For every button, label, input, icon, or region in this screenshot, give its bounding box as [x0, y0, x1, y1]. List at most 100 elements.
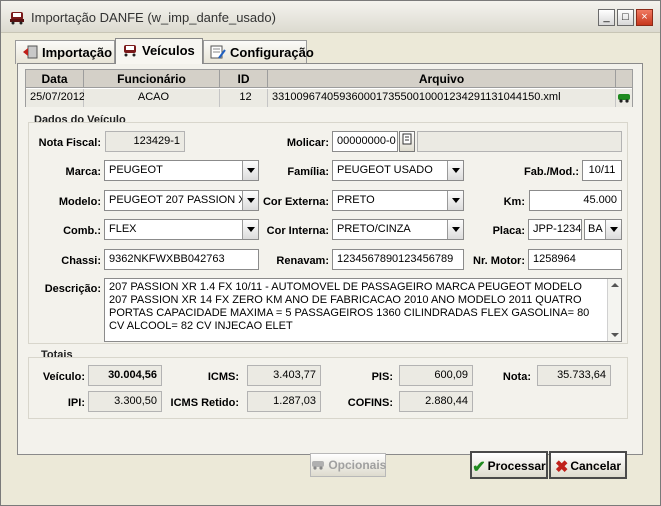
close-button[interactable]: ×	[636, 9, 653, 26]
chevron-down-icon[interactable]	[447, 191, 463, 210]
opcionais-button[interactable]: Opcionais	[310, 453, 386, 477]
grid-header-data[interactable]: Data	[26, 70, 84, 88]
descricao-scrollbar[interactable]	[607, 279, 621, 341]
cofins-field: 2.880,44	[399, 391, 473, 412]
maximize-button[interactable]: □	[617, 9, 634, 26]
descricao-text: 207 PASSION XR 1.4 FX 10/11 - AUTOMOVEL …	[109, 281, 590, 332]
cor-interna-label: Cor Interna:	[266, 225, 329, 237]
nr-motor-label: Nr. Motor:	[473, 255, 525, 267]
grid-cell-arquivo: 3310096740593600017355001000123429113104…	[268, 89, 616, 107]
renavam-label: Renavam:	[276, 255, 329, 267]
km-label: Km:	[503, 196, 525, 208]
grid-cell-data: 25/07/2012	[26, 89, 85, 107]
tab-configuracao[interactable]: Configuração	[203, 40, 314, 64]
chevron-down-icon[interactable]	[242, 191, 258, 210]
comb-value: FLEX	[109, 223, 137, 235]
import-grid: Data Funcionário ID Arquivo 25/07/2012 A…	[25, 69, 633, 107]
grid-cell-id: 12	[220, 89, 268, 107]
chassi-label: Chassi:	[61, 255, 101, 267]
molicar-label: Molicar:	[286, 137, 329, 149]
marca-label: Marca:	[65, 166, 101, 178]
icms-label: ICMS:	[207, 371, 239, 383]
marca-select[interactable]: PEUGEOT	[104, 160, 259, 181]
familia-label: Família:	[287, 166, 329, 178]
ipi-field: 3.300,50	[88, 391, 162, 412]
window-title: Importação DANFE (w_imp_danfe_usado)	[31, 10, 276, 25]
cor-externa-label: Cor Externa:	[262, 196, 329, 208]
renavam-field[interactable]: 1234567890123456789	[332, 249, 464, 270]
nota-fiscal-label: Nota Fiscal:	[38, 137, 101, 149]
grid-header-arquivo[interactable]: Arquivo	[268, 70, 616, 88]
chevron-down-icon[interactable]	[605, 220, 621, 239]
modelo-value: PEUGEOT 207 PASSION XR	[109, 194, 254, 206]
cor-externa-value: PRETO	[337, 194, 375, 206]
grid-header-spacer	[616, 70, 632, 88]
minimize-button[interactable]: _	[598, 9, 615, 26]
cofins-label: COFINS:	[347, 397, 393, 409]
familia-select[interactable]: PEUGEOT USADO	[332, 160, 464, 181]
main-window: Importação DANFE (w_imp_danfe_usado) _ □…	[0, 0, 661, 506]
cancel-x-icon: ✖	[554, 459, 569, 476]
marca-value: PEUGEOT	[109, 164, 163, 176]
config-icon	[210, 45, 226, 59]
placa-field[interactable]: JPP-1234	[528, 219, 582, 240]
opcionais-label: Opcionais	[328, 458, 387, 472]
total-veiculo-label: Veículo:	[42, 371, 85, 383]
grid-cell-status	[616, 89, 632, 107]
processar-label: Processar	[487, 459, 546, 473]
nota-fiscal-field[interactable]: 123429-1	[105, 131, 185, 152]
tab-importacao-label: Importação	[42, 45, 113, 60]
descricao-label: Descrição:	[44, 283, 101, 295]
km-field[interactable]: 45.000	[529, 190, 622, 211]
icms-retido-field: 1.287,03	[247, 391, 321, 412]
nota-field: 35.733,64	[537, 365, 611, 386]
comb-label: Comb.:	[63, 225, 101, 237]
nr-motor-field[interactable]: 1258964	[528, 249, 622, 270]
tab-veiculos[interactable]: Veículos	[115, 38, 203, 64]
chevron-down-icon[interactable]	[242, 161, 258, 180]
check-icon: ✔	[472, 459, 486, 476]
fab-mod-field[interactable]: 10/11	[582, 160, 622, 181]
car-status-icon	[618, 94, 630, 103]
ipi-label: IPI:	[67, 397, 85, 409]
chevron-down-icon[interactable]	[447, 220, 463, 239]
car-icon	[124, 45, 136, 57]
cor-interna-select[interactable]: PRETO/CINZA	[332, 219, 464, 240]
tab-importacao[interactable]: Importação	[15, 40, 115, 64]
icms-field: 3.403,77	[247, 365, 321, 386]
descricao-textarea[interactable]: 207 PASSION XR 1.4 FX 10/11 - AUTOMOVEL …	[104, 278, 622, 342]
molicar-description-field	[417, 131, 622, 152]
placa-label: Placa:	[492, 225, 525, 237]
comb-select[interactable]: FLEX	[104, 219, 259, 240]
title-bar[interactable]: Importação DANFE (w_imp_danfe_usado) _ □…	[1, 1, 660, 33]
cancelar-label: Cancelar	[570, 459, 622, 473]
pis-field: 600,09	[399, 365, 473, 386]
grid-header-id[interactable]: ID	[220, 70, 268, 88]
chassi-field[interactable]: 9362NKFWXBB042763	[104, 249, 259, 270]
placa-uf-value: BA	[588, 223, 603, 235]
cancelar-button[interactable]: ✖ Cancelar	[549, 451, 627, 479]
car-icon	[10, 12, 24, 25]
tab-veiculos-label: Veículos	[142, 43, 195, 58]
modelo-label: Modelo:	[58, 196, 101, 208]
familia-value: PEUGEOT USADO	[337, 164, 433, 176]
pis-label: PIS:	[371, 371, 393, 383]
total-veiculo-field: 30.004,56	[88, 365, 162, 386]
import-icon	[23, 45, 38, 59]
molicar-field[interactable]: 00000000-0	[332, 131, 398, 152]
tab-configuracao-label: Configuração	[230, 45, 314, 60]
document-icon	[402, 133, 412, 145]
placa-uf-select[interactable]: BA	[584, 219, 622, 240]
chevron-down-icon[interactable]	[447, 161, 463, 180]
chevron-down-icon[interactable]	[242, 220, 258, 239]
processar-button[interactable]: ✔ Processar	[470, 451, 548, 479]
fab-mod-label: Fab./Mod.:	[524, 166, 579, 178]
molicar-search-button[interactable]	[399, 131, 415, 152]
icms-retido-label: ICMS Retido:	[170, 397, 239, 409]
nota-label: Nota:	[502, 371, 531, 383]
cor-externa-select[interactable]: PRETO	[332, 190, 464, 211]
grid-header-funcionario[interactable]: Funcionário	[84, 70, 220, 88]
cor-interna-value: PRETO/CINZA	[337, 223, 411, 235]
modelo-select[interactable]: PEUGEOT 207 PASSION XR	[104, 190, 259, 211]
car-icon	[312, 461, 324, 470]
